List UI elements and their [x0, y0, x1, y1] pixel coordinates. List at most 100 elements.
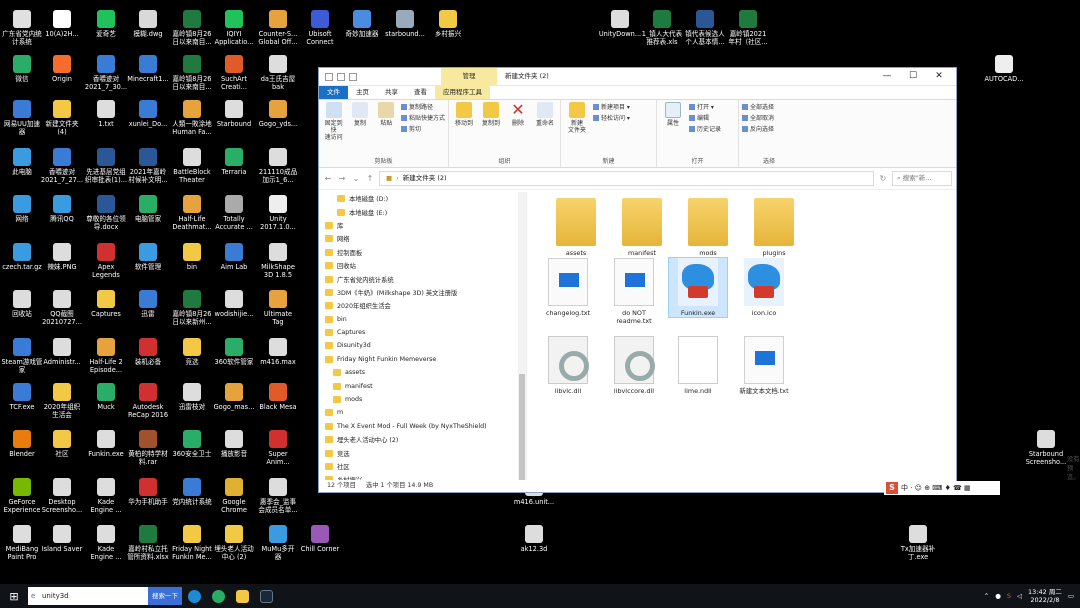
- browser-360-icon[interactable]: [206, 584, 230, 608]
- undo-icon[interactable]: [337, 72, 345, 81]
- select-none-button[interactable]: 全部取消: [742, 113, 796, 122]
- nav-item[interactable]: 埋头老人活动中心 (2): [319, 433, 526, 446]
- desktop-icon[interactable]: 辣妹.PNG: [37, 243, 87, 271]
- desktop-icon[interactable]: xunlei_Do...: [123, 100, 173, 128]
- notification-icon[interactable]: ▭: [1068, 592, 1074, 600]
- new-folder-button[interactable]: 新建 文件夹: [564, 102, 590, 134]
- tab-share[interactable]: 共享: [377, 86, 406, 99]
- up-icon[interactable]: ↑: [365, 174, 375, 183]
- desktop-icon[interactable]: 迅雷: [123, 290, 173, 318]
- nav-item[interactable]: Friday Night Funkin Memeverse: [319, 353, 526, 366]
- desktop-icon[interactable]: 2020年组织 生活会: [37, 383, 87, 419]
- nav-item[interactable]: 控制面板: [319, 246, 526, 259]
- edit-button[interactable]: 编辑: [689, 113, 721, 122]
- desktop-icon[interactable]: SuchArt Creati...: [209, 55, 259, 91]
- desktop-icon[interactable]: Gogo_yds...: [253, 100, 303, 128]
- desktop-icon[interactable]: 嘉岭镇2021 年村（社区...: [723, 10, 773, 46]
- nav-item[interactable]: 本地磁盘 (D:): [319, 192, 526, 205]
- title-bar[interactable]: 管理 新建文件夹 (2) — ☐ ✕: [319, 68, 956, 86]
- tab-view[interactable]: 查看: [406, 86, 435, 99]
- desktop-icon[interactable]: m416.max: [253, 338, 303, 366]
- nav-item[interactable]: m: [319, 406, 526, 419]
- desktop-icon[interactable]: 惠季会_监事 会成员名单...: [253, 478, 303, 514]
- pin-quick-access-button[interactable]: 固定到快 速访问: [322, 102, 345, 141]
- desktop-icon[interactable]: 211110成品 加示1_6...: [253, 148, 303, 184]
- nav-item[interactable]: 乡村振兴: [319, 473, 526, 480]
- start-button[interactable]: ⊞: [0, 590, 28, 603]
- ime-toolbar[interactable]: S中 · ☺ ⊕ ⌨ ♦ ☎ ▦: [884, 481, 1000, 495]
- desktop-icon[interactable]: 新建文件夹 (4): [37, 100, 87, 136]
- open-button[interactable]: 打开 ▾: [689, 102, 721, 111]
- desktop-icon[interactable]: 模糊.dwg: [123, 10, 173, 38]
- file-explorer-taskbar-icon[interactable]: [230, 584, 254, 608]
- desktop-icon[interactable]: Black Mesa: [253, 383, 303, 411]
- taskbar-search-input[interactable]: e unity3d: [28, 587, 148, 605]
- maximize-button[interactable]: ☐: [900, 68, 926, 85]
- nav-item[interactable]: 网络: [319, 232, 526, 245]
- desktop-icon[interactable]: ak12.3d: [509, 525, 559, 553]
- speaker-icon[interactable]: ◁: [1017, 592, 1022, 600]
- desktop-icon[interactable]: Starbound: [209, 100, 259, 128]
- file-item[interactable]: libvlc.dll: [539, 336, 597, 395]
- nav-item[interactable]: 本地磁盘 (E:): [319, 205, 526, 218]
- folder-icon[interactable]: [349, 72, 357, 81]
- desktop-icon[interactable]: Terraria: [209, 148, 259, 176]
- file-item[interactable]: assets: [547, 198, 605, 257]
- copy-button[interactable]: 复制: [348, 102, 371, 127]
- nav-item[interactable]: 社区: [319, 460, 526, 473]
- file-item[interactable]: manifest: [613, 198, 671, 257]
- desktop-icon[interactable]: Island Saver: [37, 525, 87, 553]
- desktop-icon[interactable]: 黄柏的特学材 料.rar: [123, 430, 173, 466]
- save-icon[interactable]: [325, 72, 333, 81]
- easy-access-button[interactable]: 轻松访问 ▾: [593, 113, 630, 122]
- cut-button[interactable]: 剪切: [400, 124, 445, 133]
- minimize-button[interactable]: —: [874, 68, 900, 85]
- nav-item[interactable]: 竞选: [319, 446, 526, 459]
- desktop-icon[interactable]: 360软件管家: [209, 338, 259, 366]
- desktop-icon[interactable]: 乡村振兴: [423, 10, 473, 38]
- copy-path-button[interactable]: 复制路径: [400, 102, 445, 111]
- navigation-pane[interactable]: 本地磁盘 (D:) 本地磁盘 (E:) 库网络 控制面板 回收站 广东省党内统计系统 3DM…: [319, 192, 527, 480]
- file-item[interactable]: changelog.txt: [539, 258, 597, 317]
- desktop-icon[interactable]: IQIYI Applicatio...: [209, 10, 259, 46]
- nav-item[interactable]: mods: [319, 393, 526, 406]
- properties-button[interactable]: 属性: [660, 102, 686, 127]
- sogou-ime-icon[interactable]: S: [886, 482, 898, 494]
- invert-selection-button[interactable]: 反向选择: [742, 124, 796, 133]
- desktop-icon[interactable]: 播放影音: [209, 430, 259, 458]
- clock[interactable]: 13:42 周二 2022/2/8: [1028, 588, 1062, 604]
- select-all-button[interactable]: 全部选择: [742, 102, 796, 111]
- desktop-icon[interactable]: 腾讯QQ: [37, 195, 87, 223]
- tab-home[interactable]: 主页: [348, 86, 377, 99]
- desktop-icon[interactable]: Ultimate Tag: [253, 290, 303, 326]
- taskbar-search-button[interactable]: 搜索一下: [148, 587, 182, 605]
- desktop-icon[interactable]: Gogo_mas...: [209, 383, 259, 411]
- desktop-icon[interactable]: Aim Lab: [209, 243, 259, 271]
- file-explorer-window[interactable]: 管理 新建文件夹 (2) — ☐ ✕ 文件 主页 共享 查看 应用程序工具 固定…: [318, 67, 1080, 493]
- nav-item[interactable]: Disunity3d: [319, 339, 526, 352]
- address-input[interactable]: ■ › 新建文件夹 (2): [379, 171, 874, 186]
- desktop-icon[interactable]: 电脑管家: [123, 195, 173, 223]
- file-item[interactable]: do NOT readme.txt: [605, 258, 663, 325]
- nav-item[interactable]: 2020年组织生活会: [319, 299, 526, 312]
- history-button[interactable]: 历史记录: [689, 124, 721, 133]
- file-item[interactable]: 新建文本文档.txt: [735, 336, 793, 395]
- recent-chevron-icon[interactable]: ⌄: [351, 174, 361, 183]
- steam-taskbar-icon[interactable]: [254, 584, 278, 608]
- file-item[interactable]: mods: [679, 198, 737, 257]
- desktop-icon[interactable]: Origin: [37, 55, 87, 83]
- copy-to-button[interactable]: 复制到: [479, 102, 503, 127]
- desktop-icon[interactable]: 嘉岭村私立托 管所资料.xlsx: [123, 525, 173, 561]
- edge-icon[interactable]: [182, 584, 206, 608]
- back-icon[interactable]: ←: [323, 174, 333, 183]
- desktop-icon[interactable]: Desktop Screensho...: [37, 478, 87, 514]
- desktop-icon[interactable]: Minecraft1...: [123, 55, 173, 83]
- desktop-icon[interactable]: 2021年嘉岭 村候补文明...: [123, 148, 173, 184]
- paste-shortcut-button[interactable]: 粘贴快捷方式: [400, 113, 445, 122]
- desktop-icon[interactable]: Chill Corner: [295, 525, 345, 553]
- desktop-icon[interactable]: 装机必备: [123, 338, 173, 366]
- file-list[interactable]: 没有预览。 assets manifest mods plugins changelog…: [527, 192, 1080, 481]
- nav-item[interactable]: The X Event Mod - Full Week (by NyxTheSh…: [319, 420, 526, 433]
- nav-scrollbar-thumb[interactable]: [519, 374, 525, 480]
- delete-button[interactable]: ✕ 删除: [506, 102, 530, 128]
